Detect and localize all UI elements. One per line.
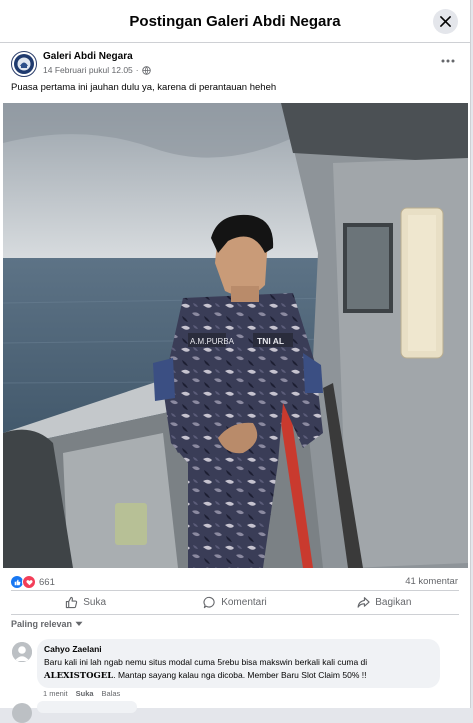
- reaction-count: 661: [39, 576, 55, 588]
- comment-author[interactable]: Cahyo Zaelani: [44, 644, 432, 654]
- comment-label: Komentari: [221, 596, 267, 608]
- photo-sailor-on-ship: A.M.PURBA TNI AL: [3, 103, 468, 568]
- post-actions: Suka Komentari Bagikan: [11, 592, 459, 612]
- post-photo[interactable]: A.M.PURBA TNI AL: [3, 103, 468, 568]
- globe-icon: [141, 65, 151, 75]
- comment-reply-button[interactable]: Balas: [102, 689, 121, 698]
- dialog-header: Postingan Galeri Abdi Negara: [0, 0, 470, 43]
- comment-text-start: Baru kali ini lah ngab nemu situs modal …: [44, 657, 368, 667]
- comment-button[interactable]: Komentari: [160, 592, 309, 612]
- close-icon: [440, 16, 451, 27]
- next-comment-bubble: [37, 701, 137, 713]
- love-reaction-icon: [22, 575, 36, 589]
- like-label: Suka: [83, 596, 107, 608]
- post-dialog: Postingan Galeri Abdi Negara Galeri Abdi…: [0, 0, 471, 723]
- reaction-summary[interactable]: 661: [11, 575, 55, 589]
- comment-time[interactable]: 1 menit: [43, 689, 68, 698]
- share-button[interactable]: Bagikan: [310, 592, 459, 612]
- post-timestamp[interactable]: 14 Februari pukul 12.05: [43, 65, 133, 75]
- page-logo: [14, 54, 34, 74]
- dialog-title: Postingan Galeri Abdi Negara: [129, 12, 341, 30]
- uniform-unit-patch: TNI AL: [257, 336, 284, 346]
- divider: [11, 590, 459, 591]
- comment-meta: 1 menit Suka Balas: [43, 689, 120, 698]
- comment-text: Baru kali ini lah ngab nemu situs modal …: [44, 656, 432, 682]
- divider: [11, 614, 459, 615]
- thumbs-up-icon: [66, 596, 78, 608]
- post-meta: 14 Februari pukul 12.05 ·: [43, 65, 151, 75]
- comment-icon: [203, 596, 215, 608]
- comment-text-end: . Mantap sayang kalau nga dicoba. Member…: [113, 669, 367, 680]
- default-avatar-icon: [12, 642, 32, 662]
- more-options-button[interactable]: [438, 53, 458, 69]
- comment-count[interactable]: 41 komentar: [405, 576, 458, 587]
- comment-sort-dropdown[interactable]: Paling relevan: [11, 619, 83, 629]
- uniform-name-patch: A.M.PURBA: [190, 337, 235, 346]
- like-button[interactable]: Suka: [11, 592, 160, 612]
- comment-bubble: Cahyo Zaelani Baru kali ini lah ngab nem…: [37, 639, 440, 688]
- more-icon: [441, 59, 455, 63]
- post-caption: Puasa pertama ini jauhan dulu ya, karena…: [11, 82, 277, 93]
- sort-label: Paling relevan: [11, 619, 73, 629]
- meta-separator: ·: [135, 65, 139, 75]
- next-commenter-avatar[interactable]: [12, 703, 32, 723]
- share-label: Bagikan: [375, 596, 412, 608]
- commenter-avatar[interactable]: [12, 642, 32, 662]
- page-name[interactable]: Galeri Abdi Negara: [43, 51, 133, 62]
- share-icon: [357, 596, 370, 608]
- chevron-down-icon: [75, 621, 83, 626]
- page-avatar[interactable]: [11, 51, 37, 77]
- close-button[interactable]: [433, 9, 458, 34]
- comment-like-button[interactable]: Suka: [76, 689, 94, 698]
- comment-text-bold: ALEXISTOGEL: [44, 670, 114, 681]
